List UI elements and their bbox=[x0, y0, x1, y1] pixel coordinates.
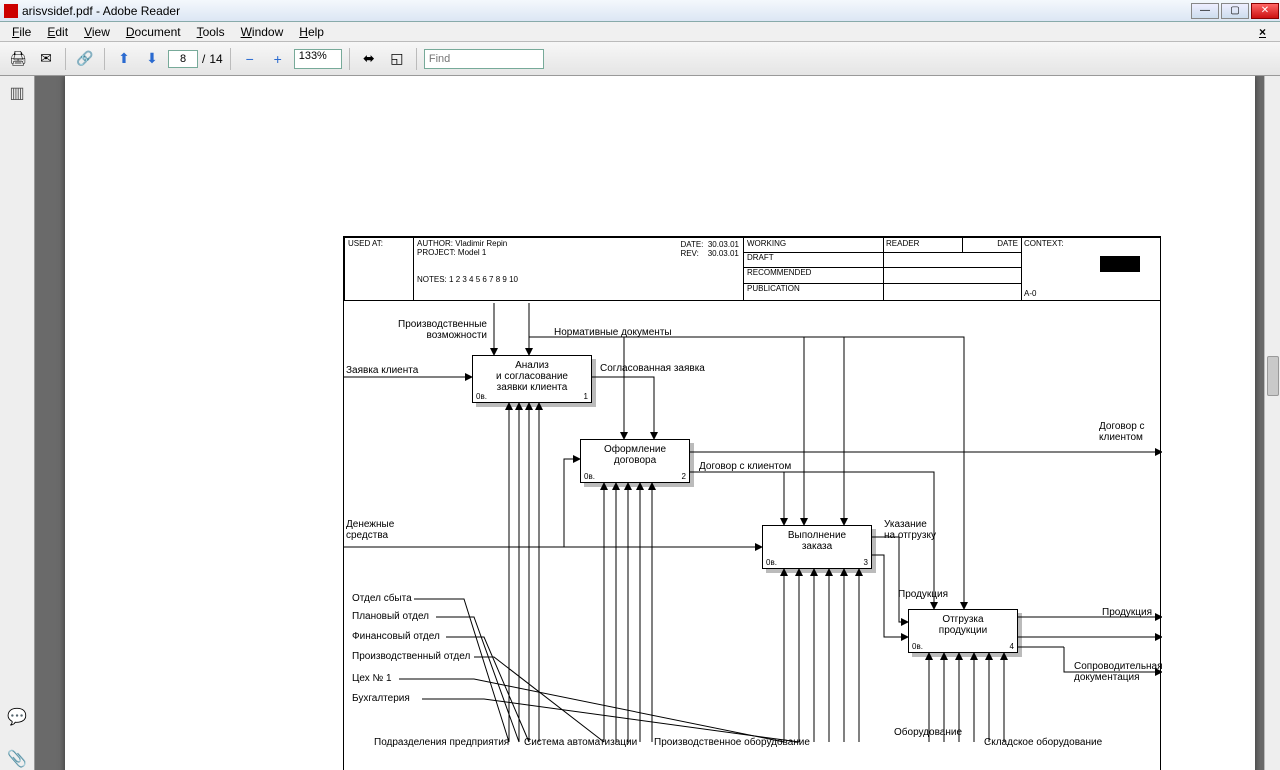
hdr-working: WORKING bbox=[744, 237, 884, 253]
activity-2: Оформление договора 0в.2 bbox=[580, 439, 690, 483]
menu-bar: File Edit View Document Tools Window Hel… bbox=[0, 22, 1280, 42]
menu-help[interactable]: Help bbox=[291, 23, 332, 41]
document-area[interactable]: USED AT: AUTHOR: Vladimir Repin PROJECT:… bbox=[35, 76, 1280, 770]
hdr-used-at: USED AT: bbox=[344, 237, 414, 301]
idef0-diagram: USED AT: AUTHOR: Vladimir Repin PROJECT:… bbox=[343, 236, 1161, 770]
lbl-product-2: Продукция bbox=[1102, 607, 1152, 618]
page-up-icon[interactable]: ⬆ bbox=[112, 47, 136, 71]
lbl-client-req: Заявка клиента bbox=[346, 365, 418, 376]
page-total: 14 bbox=[209, 52, 222, 66]
window-titlebar: arisvsidef.pdf - Adobe Reader — ▢ ✕ bbox=[0, 0, 1280, 22]
zoom-select[interactable]: 133% bbox=[294, 49, 342, 69]
menu-window[interactable]: Window bbox=[233, 23, 292, 41]
pages-panel-icon[interactable]: ▥ bbox=[6, 82, 28, 104]
lbl-contract-top: Договор с клиентом bbox=[699, 461, 791, 472]
lbl-plan: Плановый отдел bbox=[352, 611, 429, 622]
lbl-autosys: Система автоматизации bbox=[524, 737, 637, 748]
zoom-in-icon[interactable]: + bbox=[266, 47, 290, 71]
app-icon bbox=[4, 4, 18, 18]
activity-4: Отгрузка продукции 0в.4 bbox=[908, 609, 1018, 653]
pdf-page: USED AT: AUTHOR: Vladimir Repin PROJECT:… bbox=[65, 76, 1255, 770]
activity-1: Анализ и согласование заявки клиента 0в.… bbox=[472, 355, 592, 403]
comments-panel-icon[interactable]: 💬 bbox=[6, 706, 28, 728]
hdr-reader: READER bbox=[883, 237, 963, 253]
page-down-icon[interactable]: ⬇ bbox=[140, 47, 164, 71]
maximize-button[interactable]: ▢ bbox=[1221, 3, 1249, 19]
minimize-button[interactable]: — bbox=[1191, 3, 1219, 19]
nav-sidebar: ▥ 💬 📎 bbox=[0, 76, 35, 770]
hdr-draft: DRAFT bbox=[744, 252, 884, 268]
lbl-subdiv: Подразделения предприятия bbox=[374, 737, 509, 748]
hdr-context: CONTEXT: A-0 bbox=[1021, 237, 1161, 301]
lbl-accounting: Бухгалтерия bbox=[352, 693, 410, 704]
menu-view[interactable]: View bbox=[76, 23, 118, 41]
diagram-arrows bbox=[344, 237, 1162, 770]
lbl-prod-equip: Производственное оборудование bbox=[654, 737, 810, 748]
document-close-button[interactable]: × bbox=[1251, 23, 1274, 41]
vertical-scrollbar[interactable] bbox=[1264, 76, 1280, 770]
attachments-panel-icon[interactable]: 📎 bbox=[6, 748, 28, 770]
page-separator: / bbox=[202, 52, 205, 66]
scrollbar-thumb[interactable] bbox=[1267, 356, 1279, 396]
lbl-norm-docs: Нормативные документы bbox=[554, 327, 672, 338]
zoom-out-icon[interactable]: − bbox=[238, 47, 262, 71]
lbl-workshop: Цех № 1 bbox=[352, 673, 392, 684]
hdr-publication: PUBLICATION bbox=[744, 283, 884, 301]
hdr-date: DATE bbox=[962, 237, 1022, 253]
workspace: ▥ 💬 📎 USED AT: AUTHOR: Vladimir Repin PR… bbox=[0, 76, 1280, 770]
window-title: arisvsidef.pdf - Adobe Reader bbox=[22, 4, 180, 18]
toolbar: 🖨 ✉ 🔗 ⬆ ⬇ / 14 − + 133% ⬌ ◱ bbox=[0, 42, 1280, 76]
collaborate-icon[interactable]: 🔗 bbox=[73, 47, 97, 71]
lbl-contract-out: Договор с клиентом bbox=[1099, 421, 1145, 443]
lbl-finance: Финансовый отдел bbox=[352, 631, 440, 642]
menu-edit[interactable]: Edit bbox=[39, 23, 76, 41]
close-button[interactable]: ✕ bbox=[1251, 3, 1279, 19]
menu-file[interactable]: File bbox=[4, 23, 39, 41]
lbl-agreed-req: Согласованная заявка bbox=[600, 363, 705, 374]
lbl-money: Денежные средства bbox=[346, 519, 394, 541]
lbl-shipment: Указание на отгрузку bbox=[884, 519, 936, 541]
lbl-warehouse: Складское оборудование bbox=[984, 737, 1102, 748]
fit-width-icon[interactable]: ⬌ bbox=[357, 47, 381, 71]
fit-page-icon[interactable]: ◱ bbox=[385, 47, 409, 71]
print-icon[interactable]: 🖨 bbox=[6, 47, 30, 71]
lbl-production: Производственный отдел bbox=[352, 651, 470, 662]
hdr-recommended: RECOMMENDED bbox=[744, 267, 884, 284]
email-icon[interactable]: ✉ bbox=[34, 47, 58, 71]
lbl-prod-possib: Производственные возможности bbox=[392, 319, 487, 341]
find-input[interactable] bbox=[424, 49, 544, 69]
hdr-author-block: AUTHOR: Vladimir Repin PROJECT: Model 1 … bbox=[414, 237, 744, 301]
activity-3: Выполнение заказа 0в.3 bbox=[762, 525, 872, 569]
menu-document[interactable]: Document bbox=[118, 23, 189, 41]
lbl-docs-out: Сопроводительная документация bbox=[1074, 661, 1163, 683]
lbl-product-1: Продукция bbox=[898, 589, 948, 600]
menu-tools[interactable]: Tools bbox=[189, 23, 233, 41]
lbl-equip: Оборудование bbox=[894, 727, 962, 738]
page-number-input[interactable] bbox=[168, 50, 198, 68]
lbl-sales: Отдел сбыта bbox=[352, 593, 412, 604]
